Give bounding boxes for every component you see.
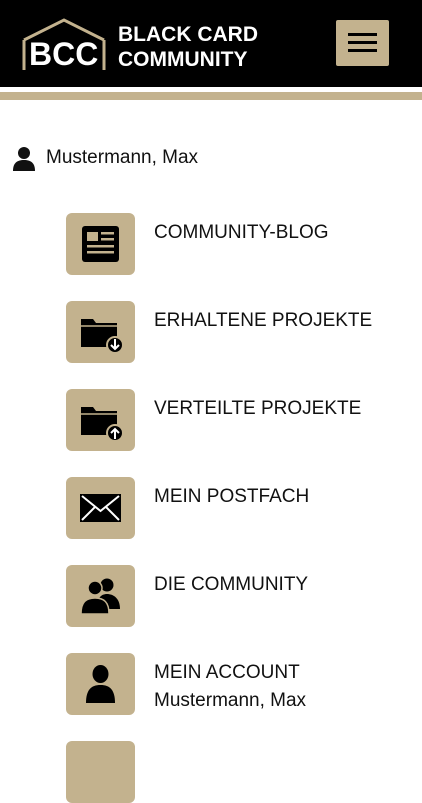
menu-item-sublabel: Mustermann, Max	[154, 690, 307, 711]
brand-name: BLACK CARD COMMUNITY	[118, 22, 258, 72]
account-icon	[86, 665, 115, 703]
menu-tile[interactable]	[66, 213, 135, 275]
bcc-logo[interactable]: BCC	[22, 16, 106, 72]
menu-item-label: MEIN POSTFACH	[154, 486, 310, 507]
menu-item-my-account[interactable]: MEIN ACCOUNT Mustermann, Max	[66, 653, 406, 715]
menu-item-distributed-projects[interactable]: VERTEILTE PROJEKTE	[66, 389, 406, 451]
menu-item-community[interactable]: DIE COMMUNITY	[66, 565, 406, 627]
menu-tile[interactable]	[66, 389, 135, 451]
menu-item-label: COMMUNITY-BLOG	[154, 222, 329, 243]
brand-line-2: COMMUNITY	[118, 48, 248, 71]
newspaper-icon	[82, 226, 119, 262]
menu-tile[interactable]	[66, 653, 135, 715]
folder-download-icon	[81, 319, 124, 354]
menu-tile[interactable]	[66, 565, 135, 627]
menu-item-label: DIE COMMUNITY	[154, 574, 309, 595]
menu-item-label: MEIN ACCOUNT	[154, 662, 300, 683]
folder-upload-icon	[81, 407, 124, 442]
brand-line-1: BLACK CARD	[118, 23, 258, 46]
logo-text: BCC	[29, 36, 99, 72]
menu-item-inbox[interactable]: MEIN POSTFACH	[66, 477, 406, 539]
hamburger-menu-icon-bar	[348, 41, 377, 44]
hamburger-menu-icon	[348, 33, 377, 36]
hamburger-menu-button[interactable]	[336, 20, 389, 66]
menu-tile[interactable]	[66, 741, 135, 803]
app-header: BCC BLACK CARD COMMUNITY	[0, 0, 422, 87]
menu-item-received-projects[interactable]: ERHALTENE PROJEKTE	[66, 301, 406, 363]
users-icon	[80, 578, 120, 615]
menu-item-label: VERTEILTE PROJEKTE	[154, 398, 362, 419]
menu-tile[interactable]	[66, 301, 135, 363]
menu-item-partial[interactable]	[66, 741, 406, 803]
hamburger-menu-icon-bar	[348, 49, 377, 52]
header-divider	[0, 92, 422, 100]
menu-item-label: ERHALTENE PROJEKTE	[154, 310, 373, 331]
envelope-icon	[80, 494, 121, 522]
menu-item-community-blog[interactable]: COMMUNITY-BLOG	[66, 213, 406, 275]
user-name: Mustermann, Max	[46, 147, 199, 168]
menu-tile[interactable]	[66, 477, 135, 539]
person-icon	[13, 147, 35, 171]
